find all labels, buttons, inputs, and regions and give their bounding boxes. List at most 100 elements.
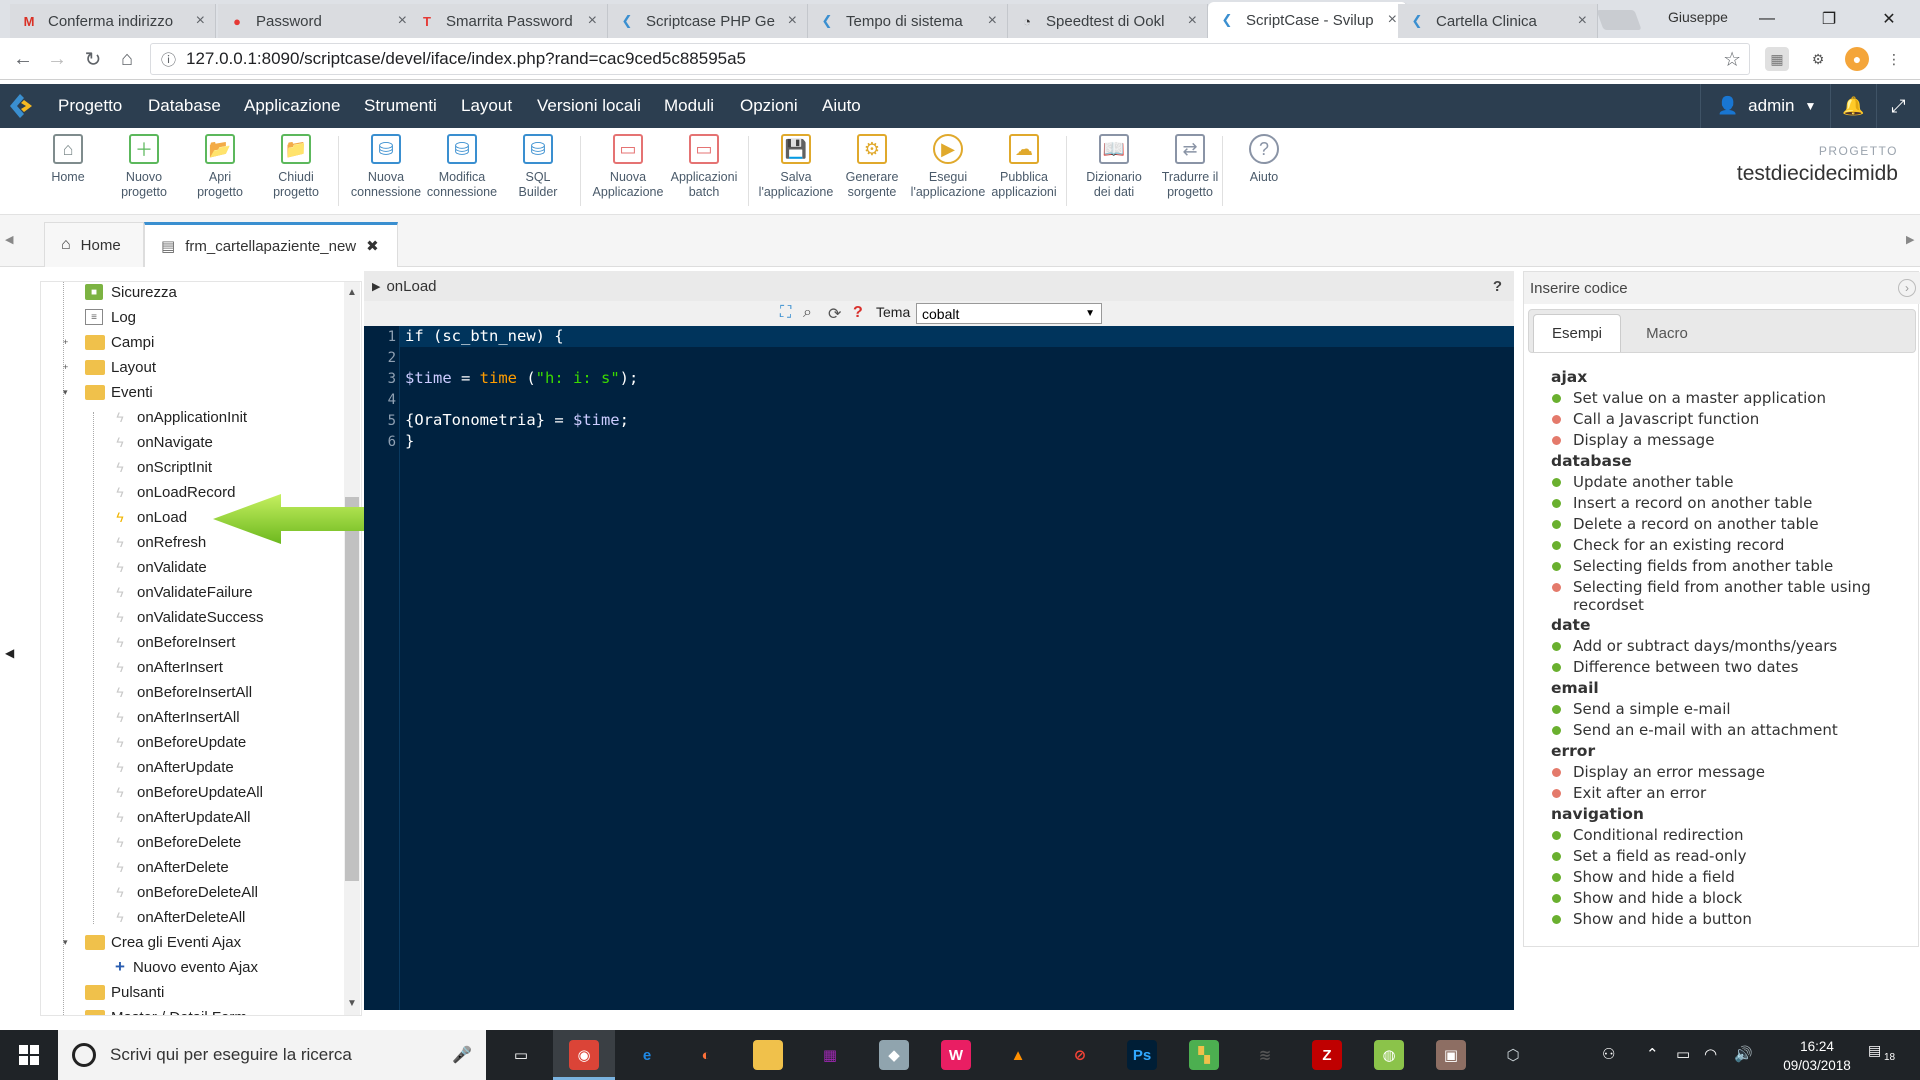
scroll-down-icon[interactable]: ▼ [347,998,357,1009]
example-item[interactable]: Insert a record on another table [1552,494,1812,512]
scroll-up-icon[interactable]: ▲ [347,287,357,298]
close-tab-icon[interactable]: × [398,12,407,30]
menu-item[interactable]: Layout [461,84,512,128]
toolbar-button[interactable]: 📂 Apri progetto [184,134,256,200]
code-editor[interactable]: 1 if (sc_btn_new) {2 3 $time = time ("h: i:… [364,326,1514,1010]
menu-item[interactable]: Versioni locali [537,84,641,128]
people-icon[interactable]: ⚇ [1602,1045,1615,1063]
close-tab-icon[interactable]: × [1188,12,1197,30]
panel-collapse-icon[interactable]: › [1898,279,1916,297]
app7-icon[interactable]: ⬡ [1498,1040,1528,1070]
example-item[interactable]: Conditional redirection [1552,826,1744,844]
tree-event-item[interactable]: ϟ onBeforeInsert [115,631,235,653]
browser-tab[interactable]: ● Password × [218,4,418,38]
tree-item-folder[interactable]: + Layout [63,356,156,378]
back-icon[interactable]: ← [10,46,36,72]
tree-item-log[interactable]: ≡ Log [85,306,136,328]
tab-macro[interactable]: Macro [1625,314,1709,352]
close-tab-icon[interactable]: × [196,12,205,30]
example-item[interactable]: Show and hide a block [1552,889,1742,907]
tree-item-folder[interactable]: Master / Detail Form [85,1006,247,1015]
example-item[interactable]: Set a field as read-only [1552,847,1746,865]
filezilla-icon[interactable]: Z [1312,1040,1342,1070]
close-tab-icon[interactable]: × [1578,12,1587,30]
tree-add-ajax-event[interactable]: + Nuovo evento Ajax [115,956,258,978]
expand-icon[interactable]: ▾ [63,937,68,948]
tree-event-item[interactable]: ϟ onAfterDelete [115,856,228,878]
example-item[interactable]: Show and hide a button [1552,910,1752,928]
menu-item[interactable]: Strumenti [364,84,437,128]
browser-menu-icon[interactable]: ⋮ [1882,47,1906,71]
example-item[interactable]: Check for an existing record [1552,536,1784,554]
menu-item[interactable]: Moduli [664,84,714,128]
wifi-icon[interactable]: ◠ [1704,1045,1717,1063]
extension-2-icon[interactable]: ⚙ [1806,47,1830,71]
vlc-icon[interactable]: ▲ [1003,1040,1033,1070]
user-menu[interactable]: 👤 admin ▼ [1700,84,1816,128]
example-item[interactable]: Difference between two dates [1552,658,1798,676]
maximize-icon[interactable]: ❐ [1806,4,1852,34]
app4-icon[interactable]: ▚ [1189,1040,1219,1070]
browser-tab[interactable]: ❮ ScriptCase - Svilup × [1208,2,1408,38]
tree-event-item[interactable]: ϟ onAfterInsertAll [115,706,239,728]
example-item[interactable]: Add or subtract days/months/years [1552,637,1837,655]
app3-icon[interactable]: W [941,1040,971,1070]
toolbar-button[interactable]: 📁 Chiudi progetto [260,134,332,200]
home-nav-icon[interactable]: ⌂ [114,46,140,72]
toolbar-button[interactable]: 💾 Salva l'applicazione [759,134,833,200]
toolbar-button[interactable]: ⌂ Home [32,134,104,185]
address-bar[interactable]: ⓘ 127.0.0.1:8090/scriptcase/devel/iface/… [150,43,1750,75]
code-line[interactable]: {OraTonometria} = $time; [405,411,629,429]
scriptcase-logo-icon[interactable] [6,92,36,120]
toolbar-button[interactable]: ⛁ Nuova connessione [350,134,422,200]
tree-event-item[interactable]: ϟ onAfterUpdate [115,756,233,778]
cookie-extension-icon[interactable]: ● [1845,47,1869,71]
explorer-icon[interactable]: ▬ [753,1040,783,1070]
fullscreen-editor-icon[interactable]: ⛶ [780,304,791,322]
reload-icon[interactable]: ↻ [80,46,106,72]
browser-profile-name[interactable]: Giuseppe [1668,9,1728,25]
caret-right-icon[interactable]: ▶ [372,280,380,293]
tray-chevron-icon[interactable]: ⌃ [1646,1045,1659,1063]
tree-item-folder[interactable]: + Campi [63,331,154,353]
example-item[interactable]: Delete a record on another table [1552,515,1819,533]
toolbar-button[interactable]: ▭ Applicazioni batch [668,134,740,200]
editor-help-button[interactable]: ? [1493,278,1502,295]
example-item[interactable]: Selecting field from another table using… [1552,578,1903,614]
menu-item[interactable]: Progetto [58,84,122,128]
forward-icon[interactable]: → [44,46,70,72]
menu-item[interactable]: Opzioni [740,84,798,128]
tree-item-lock[interactable]: ■ Sicurezza [85,282,177,303]
expand-icon[interactable]: + [63,337,68,347]
expand-icon[interactable]: + [63,362,68,372]
browser-tab[interactable]: ❮ Tempo di sistema × [808,4,1008,38]
example-item[interactable]: Show and hide a field [1552,868,1735,886]
app2-icon[interactable]: ◆ [879,1040,909,1070]
firefox-icon[interactable]: ◐ [691,1040,721,1070]
tab-current-app[interactable]: ▤ frm_cartellapaziente_new ✖ [144,222,398,267]
expand-icon[interactable]: ▾ [63,387,68,398]
bookmark-star-icon[interactable]: ☆ [1723,47,1741,72]
tree-event-item[interactable]: ϟ onApplicationInit [115,406,247,428]
menu-item[interactable]: Applicazione [244,84,340,128]
toolbar-button[interactable]: ⚙ Generare sorgente [836,134,908,200]
tree-event-item[interactable]: ϟ onLoad [115,506,187,528]
tree-event-item[interactable]: ϟ onAfterUpdateAll [115,806,250,828]
windows-start-icon[interactable] [0,1030,58,1080]
toolbar-button[interactable]: ＋ Nuovo progetto [108,134,180,200]
photoshop-icon[interactable]: Ps [1127,1040,1157,1070]
tree-event-item[interactable]: ϟ onScriptInit [115,456,212,478]
tree-event-item[interactable]: ϟ onAfterDeleteAll [115,906,245,928]
fullscreen-icon[interactable]: ⤢ [1876,84,1920,128]
tabs-scroll-right-icon[interactable]: ▶ [1906,233,1914,246]
example-item[interactable]: Set value on a master application [1552,389,1826,407]
android-icon[interactable]: ◍ [1374,1040,1404,1070]
new-tab-button[interactable] [1596,10,1642,30]
browser-tab[interactable]: T Smarrita Password × [408,4,608,38]
help-icon[interactable]: ? [853,304,863,322]
taskbar-search[interactable]: Scrivi qui per eseguire la ricerca 🎤 [58,1030,486,1080]
battery-icon[interactable]: ▭ [1676,1045,1690,1063]
tree-event-item[interactable]: ϟ onValidate [115,556,207,578]
microphone-icon[interactable]: 🎤 [452,1045,472,1065]
browser-tab[interactable]: ❮ Cartella Clinica × [1398,4,1598,38]
